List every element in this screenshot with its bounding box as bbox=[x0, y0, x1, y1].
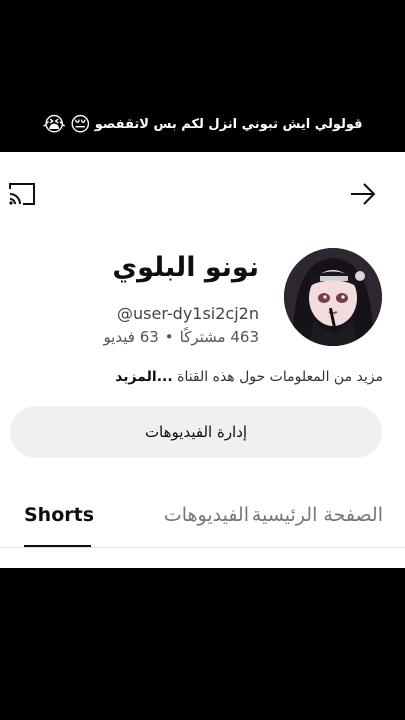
screen: قولولي ايش تبوني انزل لكم بس لاتقفصو 😔 😭 bbox=[0, 0, 405, 720]
tab-videos[interactable]: الفيديوهات bbox=[164, 504, 249, 526]
tab-shorts[interactable]: Shorts bbox=[24, 504, 94, 526]
channel-description[interactable]: مزيد من المعلومات حول هذه القناة ...المز… bbox=[115, 369, 383, 385]
manage-videos-button[interactable]: إدارة الفيديوهات bbox=[10, 406, 382, 458]
channel-name: نونو البلوي bbox=[112, 252, 259, 283]
arrow-right-icon bbox=[351, 183, 376, 205]
channel-avatar[interactable] bbox=[284, 248, 382, 346]
channel-page: نونو البلوي @user-dy1si2cj2n 463 مشتركًا… bbox=[0, 152, 405, 568]
channel-tabs: الصفحة الرئيسية الفيديوهات Shorts bbox=[0, 492, 405, 548]
video-count: 63 فيديو bbox=[103, 328, 159, 346]
forward-button[interactable] bbox=[343, 174, 383, 214]
avatar-image bbox=[284, 248, 382, 346]
subscriber-count: 463 مشتركًا bbox=[179, 328, 259, 346]
tab-home[interactable]: الصفحة الرئيسية bbox=[252, 504, 383, 526]
stats-separator: • bbox=[164, 328, 174, 346]
more-link[interactable]: ...المزيد bbox=[115, 369, 172, 385]
cast-icon bbox=[9, 183, 35, 205]
tabs-divider bbox=[0, 547, 405, 548]
channel-handle: @user-dy1si2cj2n bbox=[117, 304, 259, 323]
top-bar bbox=[0, 174, 405, 214]
crying-face-icon: 😭 bbox=[42, 112, 66, 136]
cast-button[interactable] bbox=[2, 174, 42, 214]
pensive-face-icon: 😔 bbox=[69, 112, 91, 136]
video-caption: قولولي ايش تبوني انزل لكم بس لاتقفصو 😔 😭 bbox=[0, 104, 405, 144]
caption-text: قولولي ايش تبوني انزل لكم بس لاتقفصو bbox=[94, 116, 363, 132]
description-text: مزيد من المعلومات حول هذه القناة bbox=[177, 369, 383, 385]
channel-stats: 463 مشتركًا • 63 فيديو bbox=[103, 328, 259, 346]
